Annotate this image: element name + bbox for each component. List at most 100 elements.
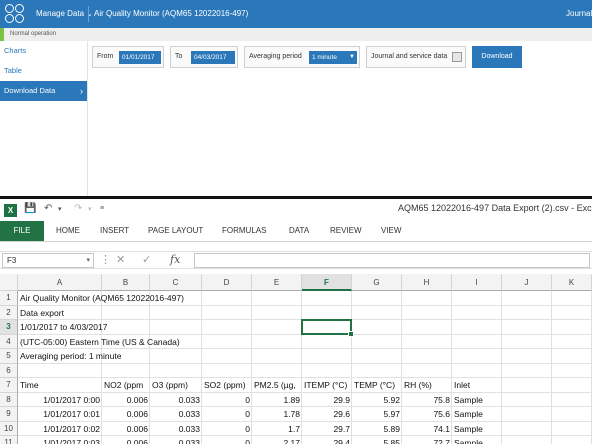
tab-home[interactable]: HOME bbox=[56, 221, 80, 241]
sidebar-item-download-data[interactable]: Download Data › bbox=[0, 81, 87, 101]
column-header-a[interactable]: A bbox=[18, 274, 102, 291]
cell-c7[interactable]: O3 (ppm) bbox=[150, 378, 202, 393]
cell-f8[interactable]: 29.9 bbox=[302, 393, 352, 408]
cell-f7[interactable]: ITEMP (°C) bbox=[302, 378, 352, 393]
redo-icon[interactable]: ↷ bbox=[74, 203, 82, 214]
column-header-k[interactable]: K bbox=[552, 274, 592, 291]
column-header-e[interactable]: E bbox=[252, 274, 302, 291]
cell-g10[interactable]: 5.89 bbox=[352, 422, 402, 437]
column-header-c[interactable]: C bbox=[150, 274, 202, 291]
app-logo-icon[interactable] bbox=[4, 3, 26, 25]
averaging-period-select[interactable]: 1 minute ▼ bbox=[309, 51, 357, 64]
tab-insert[interactable]: INSERT bbox=[100, 221, 129, 241]
sidebar-item-charts[interactable]: Charts bbox=[0, 41, 87, 61]
sidebar-item-table[interactable]: Table bbox=[0, 61, 87, 81]
cell-h7[interactable]: RH (%) bbox=[402, 378, 452, 393]
cell-e7[interactable]: PM2.5 (µg, bbox=[252, 378, 302, 393]
cell-g7[interactable]: TEMP (°C) bbox=[352, 378, 402, 393]
cell-e11[interactable]: 2.17 bbox=[252, 436, 302, 444]
column-header-h[interactable]: H bbox=[402, 274, 452, 291]
chevron-down-icon[interactable]: ▾ bbox=[88, 205, 92, 213]
cell-d10[interactable]: 0 bbox=[202, 422, 252, 437]
cell-d7[interactable]: SO2 (ppm) bbox=[202, 378, 252, 393]
cell-b8[interactable]: 0.006 bbox=[102, 393, 150, 408]
cell-a2[interactable]: Data export bbox=[18, 306, 202, 321]
row-header-9[interactable]: 9 bbox=[0, 407, 18, 422]
row-header-3[interactable]: 3 bbox=[0, 320, 18, 335]
cell-a9[interactable]: 1/01/2017 0:01 bbox=[18, 407, 102, 422]
cell-a4[interactable]: (UTC-05:00) Eastern Time (US & Canada) bbox=[18, 335, 302, 350]
cell-f9[interactable]: 29.6 bbox=[302, 407, 352, 422]
cell-d9[interactable]: 0 bbox=[202, 407, 252, 422]
more-options-icon[interactable]: ⋮ bbox=[100, 253, 111, 266]
cell-a11[interactable]: 1/01/2017 0:03 bbox=[18, 436, 102, 444]
cell-c11[interactable]: 0.033 bbox=[150, 436, 202, 444]
row-header-1[interactable]: 1 bbox=[0, 291, 18, 306]
column-header-g[interactable]: G bbox=[352, 274, 402, 291]
row-header-7[interactable]: 7 bbox=[0, 378, 18, 393]
cell-e8[interactable]: 1.89 bbox=[252, 393, 302, 408]
journal-service-checkbox[interactable] bbox=[452, 52, 462, 62]
cell-b11[interactable]: 0.006 bbox=[102, 436, 150, 444]
formula-input[interactable] bbox=[194, 253, 590, 268]
undo-icon[interactable]: ↶ bbox=[44, 203, 52, 214]
row-header-11[interactable]: 11 bbox=[0, 436, 18, 444]
column-header-j[interactable]: J bbox=[502, 274, 552, 291]
cell-a3[interactable]: 1/01/2017 to 4/03/2017 bbox=[18, 320, 252, 335]
chevron-down-icon[interactable]: ▾ bbox=[58, 205, 62, 213]
name-box[interactable]: F3 ▾ bbox=[2, 253, 94, 268]
cell-h8[interactable]: 75.8 bbox=[402, 393, 452, 408]
cell-a10[interactable]: 1/01/2017 0:02 bbox=[18, 422, 102, 437]
cell-c10[interactable]: 0.033 bbox=[150, 422, 202, 437]
cell-h10[interactable]: 74.1 bbox=[402, 422, 452, 437]
cell-f10[interactable]: 29.7 bbox=[302, 422, 352, 437]
column-header-b[interactable]: B bbox=[102, 274, 150, 291]
row-header-6[interactable]: 6 bbox=[0, 363, 18, 378]
row-header-8[interactable]: 8 bbox=[0, 392, 18, 407]
customize-toolbar-icon[interactable]: ≡ bbox=[100, 205, 104, 212]
select-all-corner[interactable] bbox=[0, 274, 18, 291]
cancel-icon[interactable]: ✕ bbox=[116, 253, 125, 266]
cell-c8[interactable]: 0.033 bbox=[150, 393, 202, 408]
cell-a7[interactable]: Time bbox=[18, 378, 102, 393]
cell-i10[interactable]: Sample bbox=[452, 422, 502, 437]
cell-b10[interactable]: 0.006 bbox=[102, 422, 150, 437]
cell-d8[interactable]: 0 bbox=[202, 393, 252, 408]
cell-b7[interactable]: NO2 (ppm bbox=[102, 378, 150, 393]
cell-a1[interactable]: Air Quality Monitor (AQM65 12022016-497) bbox=[18, 291, 302, 306]
insert-function-icon[interactable]: fx bbox=[170, 253, 180, 266]
cell-i9[interactable]: Sample bbox=[452, 407, 502, 422]
tab-page-layout[interactable]: PAGE LAYOUT bbox=[148, 221, 203, 241]
column-header-f[interactable]: F bbox=[302, 274, 352, 291]
cell-e9[interactable]: 1.78 bbox=[252, 407, 302, 422]
cell-i11[interactable]: Sample bbox=[452, 436, 502, 444]
enter-icon[interactable]: ✓ bbox=[142, 253, 151, 266]
cell-grid[interactable]: Air Quality Monitor (AQM65 12022016-497)… bbox=[18, 291, 592, 444]
tab-view[interactable]: VIEW bbox=[381, 221, 401, 241]
to-date-input[interactable]: 04/03/2017 bbox=[191, 51, 235, 64]
tab-data[interactable]: DATA bbox=[289, 221, 309, 241]
cell-h9[interactable]: 75.6 bbox=[402, 407, 452, 422]
cell-f11[interactable]: 29.4 bbox=[302, 436, 352, 444]
cell-h11[interactable]: 72.7 bbox=[402, 436, 452, 444]
cell-i8[interactable]: Sample bbox=[452, 393, 502, 408]
tab-file[interactable]: FILE bbox=[0, 221, 44, 241]
row-header-4[interactable]: 4 bbox=[0, 334, 18, 349]
save-icon[interactable]: 💾 bbox=[24, 203, 36, 214]
cell-d11[interactable]: 0 bbox=[202, 436, 252, 444]
from-date-input[interactable]: 01/01/2017 bbox=[119, 51, 161, 64]
row-header-10[interactable]: 10 bbox=[0, 421, 18, 436]
cell-i7[interactable]: Inlet bbox=[452, 378, 502, 393]
cell-g9[interactable]: 5.97 bbox=[352, 407, 402, 422]
journal-link[interactable]: Journal bbox=[566, 0, 592, 28]
cell-b9[interactable]: 0.006 bbox=[102, 407, 150, 422]
cell-a8[interactable]: 1/01/2017 0:00 bbox=[18, 393, 102, 408]
column-header-i[interactable]: I bbox=[452, 274, 502, 291]
row-header-5[interactable]: 5 bbox=[0, 349, 18, 364]
cell-g8[interactable]: 5.92 bbox=[352, 393, 402, 408]
tab-review[interactable]: REVIEW bbox=[330, 221, 362, 241]
cell-a5[interactable]: Averaging period: 1 minute bbox=[18, 349, 252, 364]
row-header-2[interactable]: 2 bbox=[0, 305, 18, 320]
column-header-d[interactable]: D bbox=[202, 274, 252, 291]
cell-g11[interactable]: 5.85 bbox=[352, 436, 402, 444]
